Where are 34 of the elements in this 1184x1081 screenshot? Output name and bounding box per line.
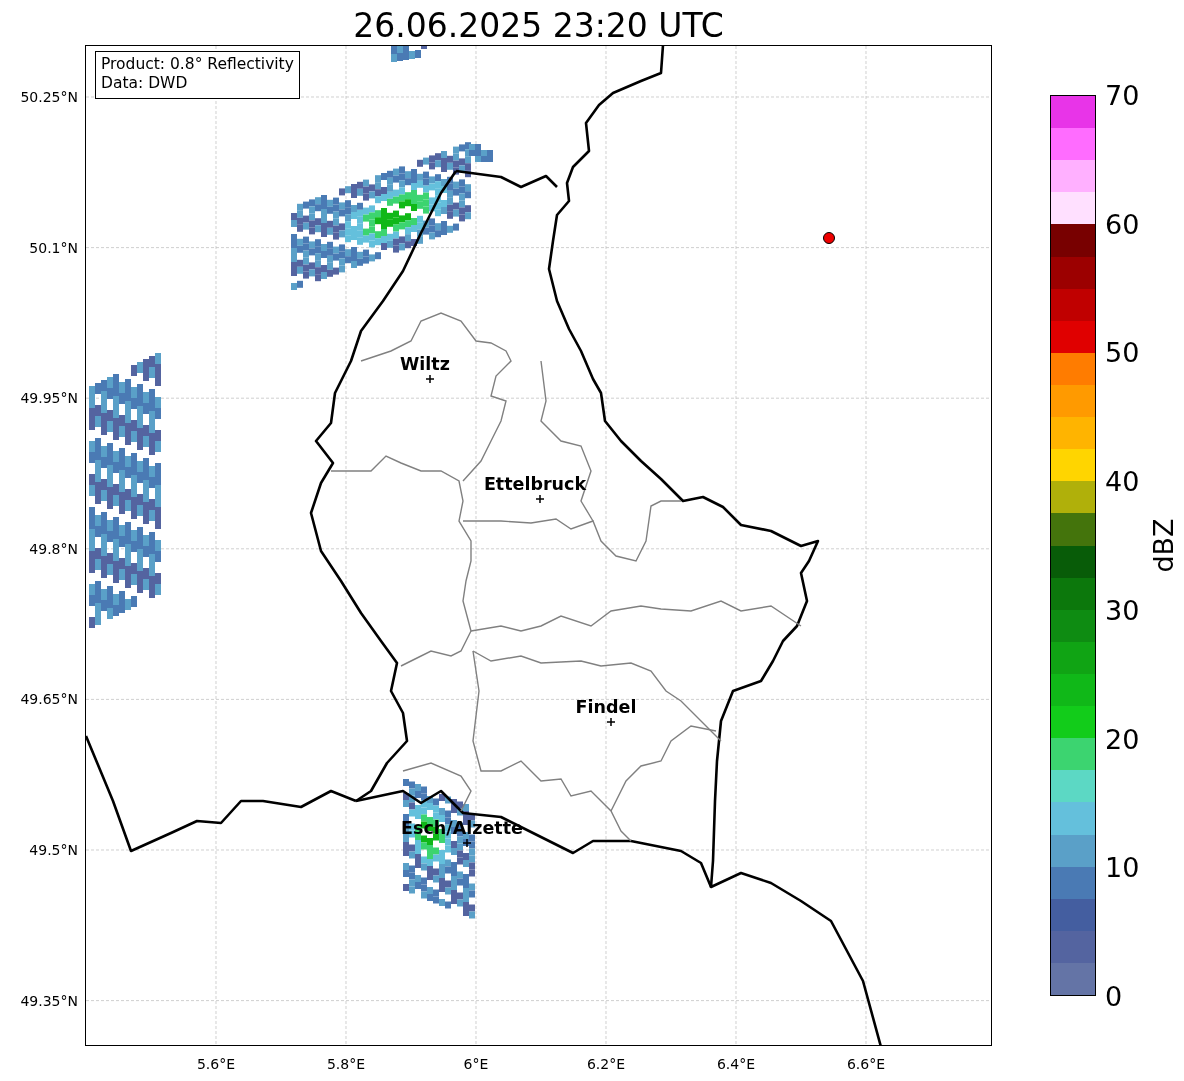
latitude-label: 49.35°N — [20, 992, 78, 1009]
scale-tick-label: 60 — [1105, 210, 1140, 238]
latitude-label: 49.65°N — [20, 691, 78, 708]
station-dot — [823, 232, 835, 244]
scale-tick-label: 0 — [1105, 982, 1123, 1010]
radar-echo — [391, 46, 427, 62]
scale-tick-label: 30 — [1105, 596, 1140, 624]
longitude-label: 5.6°E — [196, 1056, 236, 1072]
city-label: Findel — [575, 697, 637, 717]
latitude-label: 49.5°N — [29, 842, 78, 858]
latitude-label: 49.95°N — [20, 390, 78, 407]
latitude-label: 49.8°N — [29, 540, 78, 557]
info-text: Data: DWD — [101, 74, 189, 93]
city-label: Ettelbruck — [483, 474, 587, 494]
chart-title: 26.06.2025 23:20 UTC — [352, 5, 725, 45]
city-marker-icon — [606, 717, 616, 727]
scale-tick-label: 70 — [1105, 81, 1140, 109]
scale-tick-label: 20 — [1105, 725, 1140, 753]
longitude-label: 6.6°E — [846, 1056, 886, 1072]
longitude-label: 5.8°E — [326, 1056, 366, 1072]
longitude-label: 6.4°E — [716, 1056, 756, 1072]
latitude-label: 50.1°N — [29, 239, 78, 256]
city-label: Wiltz — [400, 354, 450, 374]
longitude-label: 6.2°E — [586, 1056, 626, 1072]
scale-tick-label: 10 — [1105, 853, 1140, 881]
scale-unit-label: dBZ — [1147, 518, 1179, 573]
scale-tick-label: 50 — [1105, 338, 1140, 366]
city-marker-icon — [425, 374, 435, 384]
longitude-label: 6°E — [463, 1056, 489, 1072]
latitude-label: 50.25°N — [20, 89, 78, 105]
city-marker-icon — [462, 838, 472, 848]
scale-tick-label: 40 — [1105, 467, 1140, 495]
info-text: Product: 0.8° Reflectivity — [101, 55, 294, 74]
city-marker-icon — [535, 494, 545, 504]
